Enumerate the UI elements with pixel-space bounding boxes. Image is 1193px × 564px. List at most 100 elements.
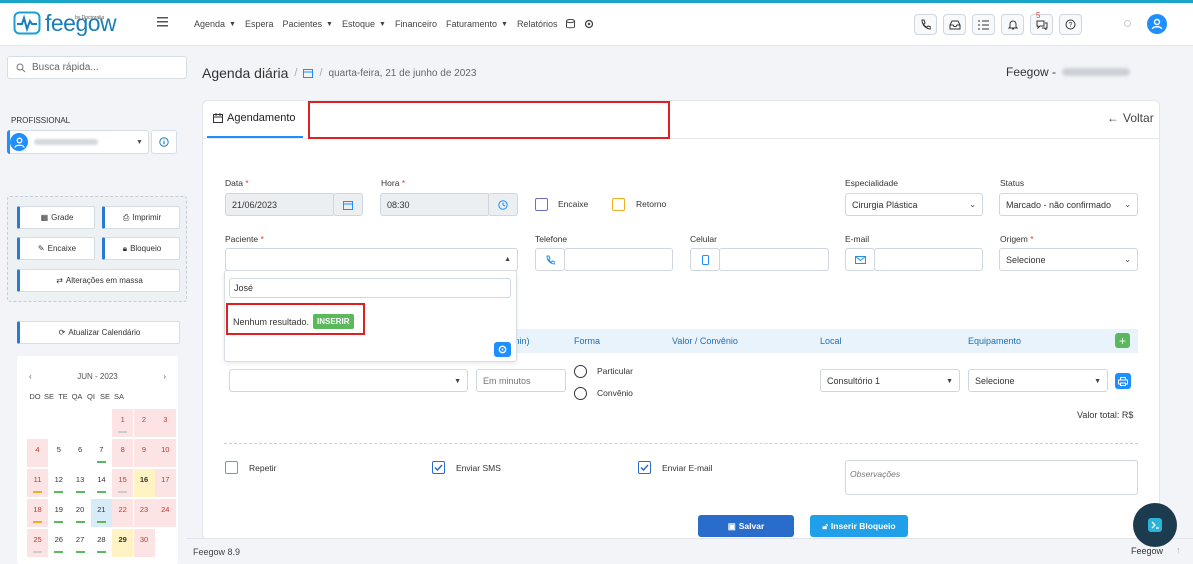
voltar-link[interactable]: ← Voltar xyxy=(1107,111,1154,125)
nav-relatorios[interactable]: Relatórios xyxy=(517,19,558,29)
nav-agenda[interactable]: Agenda ▼ xyxy=(194,19,236,29)
inbox-icon[interactable] xyxy=(943,14,966,35)
paciente-select[interactable]: ▲ xyxy=(225,248,518,271)
calendar-day[interactable]: 9 xyxy=(133,439,155,467)
tab-agendamento[interactable]: Agendamento xyxy=(213,112,296,124)
observacoes-field[interactable]: Observações xyxy=(845,460,1138,495)
calendar-icon[interactable] xyxy=(333,193,363,216)
svg-text:?: ? xyxy=(1069,22,1073,29)
equipamento-select[interactable]: Selecione ▼ xyxy=(968,369,1108,392)
phone-icon[interactable] xyxy=(914,14,937,35)
grade-button[interactable]: ▦ Grade xyxy=(17,206,95,229)
enviar-email-checkbox[interactable] xyxy=(638,461,651,474)
calendar-day[interactable]: 3 xyxy=(154,409,176,437)
calendar-day[interactable]: 11 xyxy=(27,469,48,497)
alteracoes-massa-button[interactable]: ⇄ Alterações em massa xyxy=(17,269,180,292)
calendar-day[interactable]: 30 xyxy=(133,529,155,557)
chat-icon[interactable] xyxy=(1030,14,1053,35)
feegow-logo[interactable]: feegow xyxy=(13,10,117,36)
calendar-day[interactable]: 19 xyxy=(48,499,69,527)
paciente-dropdown-search[interactable]: José xyxy=(229,278,511,298)
enviar-email-label: Enviar E-mail xyxy=(662,463,713,473)
nav-pacientes[interactable]: Pacientes ▼ xyxy=(283,19,333,29)
calendar-day[interactable]: 26 xyxy=(48,529,69,557)
add-procedure-button[interactable]: + xyxy=(1115,333,1130,348)
calendar-day[interactable]: 22 xyxy=(112,499,134,527)
help-icon[interactable]: ? xyxy=(1059,14,1082,35)
info-icon[interactable] xyxy=(151,130,177,154)
inserir-bloqueio-button[interactable]: 🔓︎ Inserir Bloqueio xyxy=(810,515,908,537)
calendar-day[interactable]: 15 xyxy=(112,469,134,497)
enviar-sms-checkbox[interactable] xyxy=(432,461,445,474)
nav-database-icon[interactable] xyxy=(566,19,576,29)
gear-icon[interactable] xyxy=(494,342,511,357)
day-occupancy-bar xyxy=(118,431,128,433)
nav-financeiro[interactable]: Financeiro xyxy=(395,19,437,29)
calendar-day[interactable]: 7 xyxy=(91,439,112,467)
status-select[interactable]: Marcado - não confirmado ⌄ xyxy=(999,193,1138,216)
celular-field[interactable] xyxy=(719,248,829,271)
check-icon xyxy=(434,464,443,471)
nav-settings-icon[interactable] xyxy=(584,19,594,29)
scroll-top-icon[interactable]: ↑ xyxy=(1176,545,1181,555)
nav-faturamento[interactable]: Faturamento ▼ xyxy=(446,19,508,29)
especialidade-select[interactable]: Cirurgia Plástica ⌄ xyxy=(845,193,983,216)
local-select[interactable]: Consultório 1 ▼ xyxy=(820,369,960,392)
footer xyxy=(187,538,1193,564)
calendar-day[interactable]: 24 xyxy=(154,499,176,527)
procedimento-select[interactable]: ▼ xyxy=(229,369,468,392)
calendar-day[interactable]: 2 xyxy=(133,409,155,437)
bell-icon[interactable] xyxy=(1001,14,1024,35)
print-button[interactable] xyxy=(1115,373,1131,389)
calendar-day[interactable]: 17 xyxy=(154,469,176,497)
data-field[interactable]: 21/06/2023 xyxy=(225,193,335,216)
atualizar-calendario-button[interactable]: ⟳ Atualizar Calendário xyxy=(17,321,180,344)
calendar-header: ‹ JUN - 2023 › xyxy=(17,372,178,381)
calendar-day[interactable]: 12 xyxy=(48,469,69,497)
retorno-checkbox[interactable] xyxy=(612,198,625,211)
quick-search[interactable]: Busca rápida... xyxy=(7,56,187,79)
calendar-day[interactable]: 6 xyxy=(70,439,91,467)
particular-radio[interactable] xyxy=(574,365,587,378)
calendar-day[interactable]: 25 xyxy=(27,529,48,557)
convenio-radio[interactable] xyxy=(574,387,587,400)
calendar-day[interactable]: 1 xyxy=(112,409,134,437)
especialidade-label: Especialidade xyxy=(845,178,898,188)
origem-select[interactable]: Selecione ⌄ xyxy=(999,248,1138,271)
calendar-day[interactable]: 28 xyxy=(91,529,112,557)
repetir-checkbox[interactable] xyxy=(225,461,238,474)
calendar-day[interactable]: 27 xyxy=(70,529,91,557)
edit-icon: ✎ xyxy=(37,244,45,253)
telefone-field[interactable] xyxy=(564,248,673,271)
bloqueio-button[interactable]: 🔒︎ Bloqueio xyxy=(102,237,180,260)
calendar-day[interactable]: 5 xyxy=(48,439,69,467)
encaixe-checkbox[interactable] xyxy=(535,198,548,211)
nav-espera[interactable]: Espera xyxy=(245,19,274,29)
calendar-day[interactable]: 20 xyxy=(70,499,91,527)
calendar-day[interactable]: 18 xyxy=(27,499,48,527)
salvar-button[interactable]: ▣ Salvar xyxy=(698,515,794,537)
tempo-field[interactable]: Em minutos xyxy=(476,369,566,392)
calendar-day[interactable]: 16 xyxy=(133,469,155,497)
calendar-day[interactable]: 8 xyxy=(112,439,134,467)
clock-icon[interactable] xyxy=(488,193,518,216)
calendar-day[interactable]: 23 xyxy=(133,499,155,527)
menu-icon[interactable] xyxy=(157,17,168,27)
email-field[interactable] xyxy=(874,248,983,271)
nav-estoque[interactable]: Estoque ▼ xyxy=(342,19,386,29)
calendar-day[interactable]: 10 xyxy=(154,439,176,467)
chevron-down-icon: ⌄ xyxy=(1124,255,1131,264)
calendar-day[interactable]: 21 xyxy=(90,499,112,527)
imprimir-button[interactable]: ⎙ Imprimir xyxy=(102,206,180,229)
calendar-day[interactable]: 14 xyxy=(91,469,112,497)
checklist-icon[interactable] xyxy=(972,14,995,35)
user-avatar[interactable] xyxy=(1147,14,1167,34)
calendar-day[interactable]: 29 xyxy=(112,529,134,557)
calendar-day[interactable]: 4 xyxy=(27,439,48,467)
chat-widget-button[interactable] xyxy=(1133,503,1177,547)
hora-field[interactable]: 08:30 xyxy=(380,193,490,216)
prev-month-icon[interactable]: ‹ xyxy=(29,372,32,381)
next-month-icon[interactable]: › xyxy=(163,372,166,381)
calendar-day[interactable]: 13 xyxy=(70,469,91,497)
encaixe-button[interactable]: ✎ Encaixe xyxy=(17,237,95,260)
